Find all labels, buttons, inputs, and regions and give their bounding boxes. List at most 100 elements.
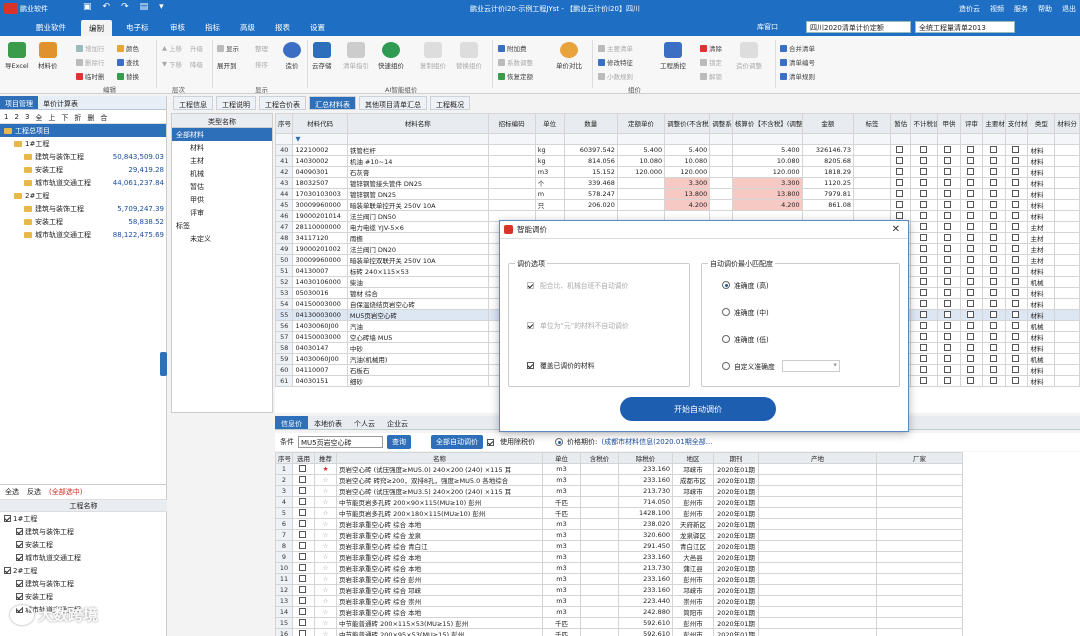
main-list-button[interactable]: 主要清单 [598,43,633,53]
row-checkbox[interactable] [944,211,952,219]
check-cell[interactable] [910,254,939,266]
row-checkbox[interactable] [919,332,927,340]
help-link[interactable]: 帮助 [1038,4,1052,14]
tag-cell[interactable] [853,188,891,200]
recommend-cell[interactable]: ☆ [314,573,337,585]
price-row[interactable]: 15 ☆ 中节能普通砖 200×115×53(MU≥15) 彭州 千匹 592.610 彭… [275,617,1080,629]
check-cell[interactable] [910,298,939,310]
select-cell[interactable] [292,463,315,475]
check-cell[interactable] [937,331,961,343]
row-checkbox[interactable] [1012,189,1020,197]
price-tab[interactable]: 个人云 [348,416,381,429]
surcharge-button[interactable]: 附加费 [498,43,527,53]
check-cell[interactable] [982,375,1006,387]
check-cell[interactable] [959,232,984,244]
undo-icon[interactable]: ↶ [103,2,111,12]
check-cell[interactable] [982,199,1006,211]
export-excel-button[interactable]: 导Excel [5,42,29,70]
check-cell[interactable] [910,276,939,288]
check-cell[interactable] [937,221,961,233]
tree-node[interactable]: 2#工程 [0,189,166,202]
check-tree-node[interactable]: 建筑与装饰工程 [0,577,167,590]
coefficient-button[interactable]: 系数调整 [498,57,533,67]
recommend-cell[interactable]: ☆ [314,562,337,574]
row-checkbox[interactable] [944,167,952,175]
row-checkbox[interactable] [919,200,927,208]
check-cell[interactable] [910,188,939,200]
category-item[interactable]: 机械 [172,167,272,180]
delete-row-button[interactable]: 删除行 [76,57,105,67]
check-cell[interactable] [959,210,984,222]
recommend-cell[interactable]: ☆ [314,518,337,530]
row-checkbox[interactable] [944,255,952,263]
row-checkbox[interactable] [967,266,975,274]
tab-project-mgmt[interactable]: 项目管理 [0,96,38,109]
row-checkbox[interactable] [967,376,975,384]
menu-ebid[interactable]: 电子标 [126,22,149,33]
grid-cell[interactable]: 5.400 [616,144,666,156]
radio-custom[interactable]: 自定义准确度 ▾ [722,360,840,372]
spec-select[interactable]: 全统工程量清单2013 [915,21,1015,33]
check-cell[interactable] [982,166,1006,178]
modify-feature-button[interactable]: 修改特征 [598,57,633,67]
query-button[interactable]: 查询 [387,435,411,449]
grid-cell[interactable]: 10.080 [731,155,803,167]
check-cell[interactable] [937,199,961,211]
exit-link[interactable]: 退出 [1062,4,1076,14]
tree-tool-button[interactable]: 2 [14,113,18,121]
check-cell[interactable] [959,364,984,376]
tag-cell[interactable] [853,155,891,167]
check-cell[interactable] [982,320,1006,332]
check-cell[interactable] [982,364,1006,376]
select-cell[interactable] [292,606,315,618]
tag-cell[interactable] [853,144,891,156]
grid-cell[interactable]: 5.400 [731,144,803,156]
row-checkbox[interactable] [896,145,904,153]
price-period-radio[interactable] [555,438,563,446]
check-cell[interactable] [937,309,961,321]
star-icon[interactable]: ☆ [323,531,329,539]
unlock-button[interactable]: 解锁 [700,71,722,81]
node-checkbox[interactable] [16,580,23,587]
select-checkbox[interactable] [299,464,306,472]
select-checkbox[interactable] [299,519,306,527]
check-tree-node[interactable]: 建筑与装饰工程 [0,525,167,538]
price-row[interactable]: 9 ☆ 页岩非承重空心砖 综合 本地 m3 233.160 大邑县 2020年01期 [275,551,1080,563]
check-cell[interactable] [910,232,939,244]
node-checkbox[interactable] [4,567,11,574]
star-icon[interactable]: ☆ [323,520,329,528]
row-checkbox[interactable] [919,376,927,384]
check-tree-node[interactable]: 安装工程 [0,590,167,603]
row-checkbox[interactable] [1012,343,1020,351]
row-checkbox[interactable] [944,365,952,373]
start-auto-price-button[interactable]: 开始自动调价 [620,397,776,421]
row-checkbox[interactable] [919,277,927,285]
price-row[interactable]: 11 ☆ 页岩非承重空心砖 综合 彭州 m3 233.160 彭州市 2020年01期 [275,573,1080,585]
quota-select[interactable]: 四川2020清单计价定额 [806,21,911,33]
tree-node[interactable]: 安装工程 58,838.52 [0,215,166,228]
price-row[interactable]: 7 ☆ 页岩非承重空心砖 综合 龙泉 m3 320.600 龙泉驿区 2020年01期 [275,529,1080,541]
check-cell[interactable] [937,265,961,277]
star-icon[interactable]: ☆ [323,597,329,605]
select-checkbox[interactable] [299,585,306,593]
select-checkbox[interactable] [299,486,306,494]
star-icon[interactable]: ☆ [323,575,329,583]
grid-cell[interactable] [709,188,733,200]
find-button[interactable]: 查找 [117,57,139,67]
grid-row[interactable]: 44 17030103003 镀锌钢管 DN25 m 578.247 13.800 13.8… [275,188,1080,200]
tree-tool-button[interactable]: 1 [4,113,8,121]
radio-low[interactable]: 准确度 (低) [722,334,769,344]
row-checkbox[interactable] [1012,156,1020,164]
row-checkbox[interactable] [967,343,975,351]
tag-cell[interactable] [853,199,891,211]
cloud-storage-button[interactable]: 云存储 [312,42,332,70]
row-checkbox[interactable] [967,365,975,373]
grid-cell[interactable] [709,155,733,167]
check-cell[interactable] [910,287,939,299]
check-cell[interactable] [982,254,1006,266]
grid-cell[interactable]: 3.300 [731,177,803,189]
row-checkbox[interactable] [967,277,975,285]
check-cell[interactable] [889,199,912,211]
row-checkbox[interactable] [989,189,997,197]
cloud-link[interactable]: 造价云 [959,4,980,14]
